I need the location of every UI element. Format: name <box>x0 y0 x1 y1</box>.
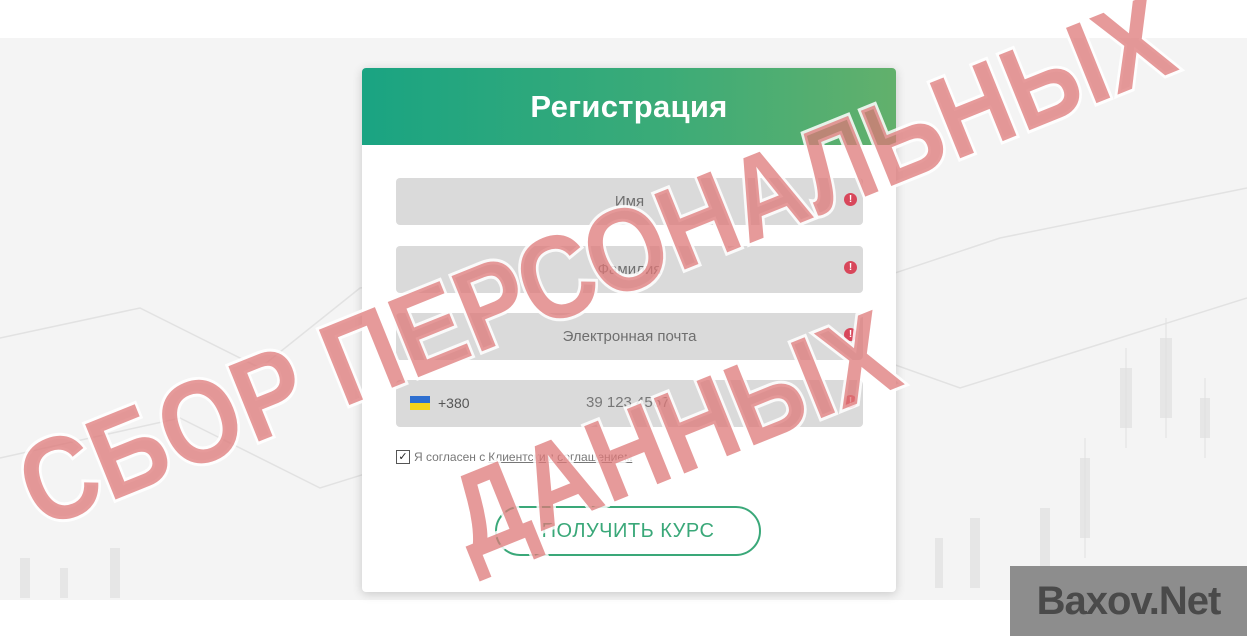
warning-icon: ! <box>844 261 857 274</box>
ukraine-flag-icon[interactable] <box>410 396 430 410</box>
agreement-link[interactable]: Клиентским соглашением <box>488 450 632 464</box>
first-name-placeholder: Имя <box>614 193 645 210</box>
last-name-placeholder: Фамилия <box>597 261 662 278</box>
form-title: Регистрация <box>530 88 728 124</box>
registration-card: Регистрация Имя ! Фамилия ! Электронная … <box>362 68 896 592</box>
email-input[interactable]: Электронная почта ! <box>396 313 863 360</box>
agreement-row: ✓ Я согласен с Клиентским соглашением <box>396 450 632 464</box>
bottom-strip <box>0 600 975 636</box>
card-header: Регистрация <box>362 68 896 145</box>
site-watermark: Baxov.Net <box>1010 566 1247 636</box>
agree-text: Я согласен с <box>414 450 486 464</box>
warning-icon: ! <box>844 395 857 408</box>
phone-placeholder: 39 123 4567 <box>586 394 670 411</box>
email-placeholder: Электронная почта <box>562 328 697 345</box>
last-name-input[interactable]: Фамилия ! <box>396 246 863 293</box>
phone-input[interactable]: +380 39 123 4567 ! <box>396 380 863 427</box>
warning-icon: ! <box>844 328 857 341</box>
get-course-button[interactable]: ПОЛУЧИТЬ КУРС <box>495 506 761 556</box>
first-name-input[interactable]: Имя ! <box>396 178 863 225</box>
phone-country-code[interactable]: +380 <box>438 395 470 411</box>
agree-checkbox[interactable]: ✓ <box>396 450 410 464</box>
warning-icon: ! <box>844 193 857 206</box>
